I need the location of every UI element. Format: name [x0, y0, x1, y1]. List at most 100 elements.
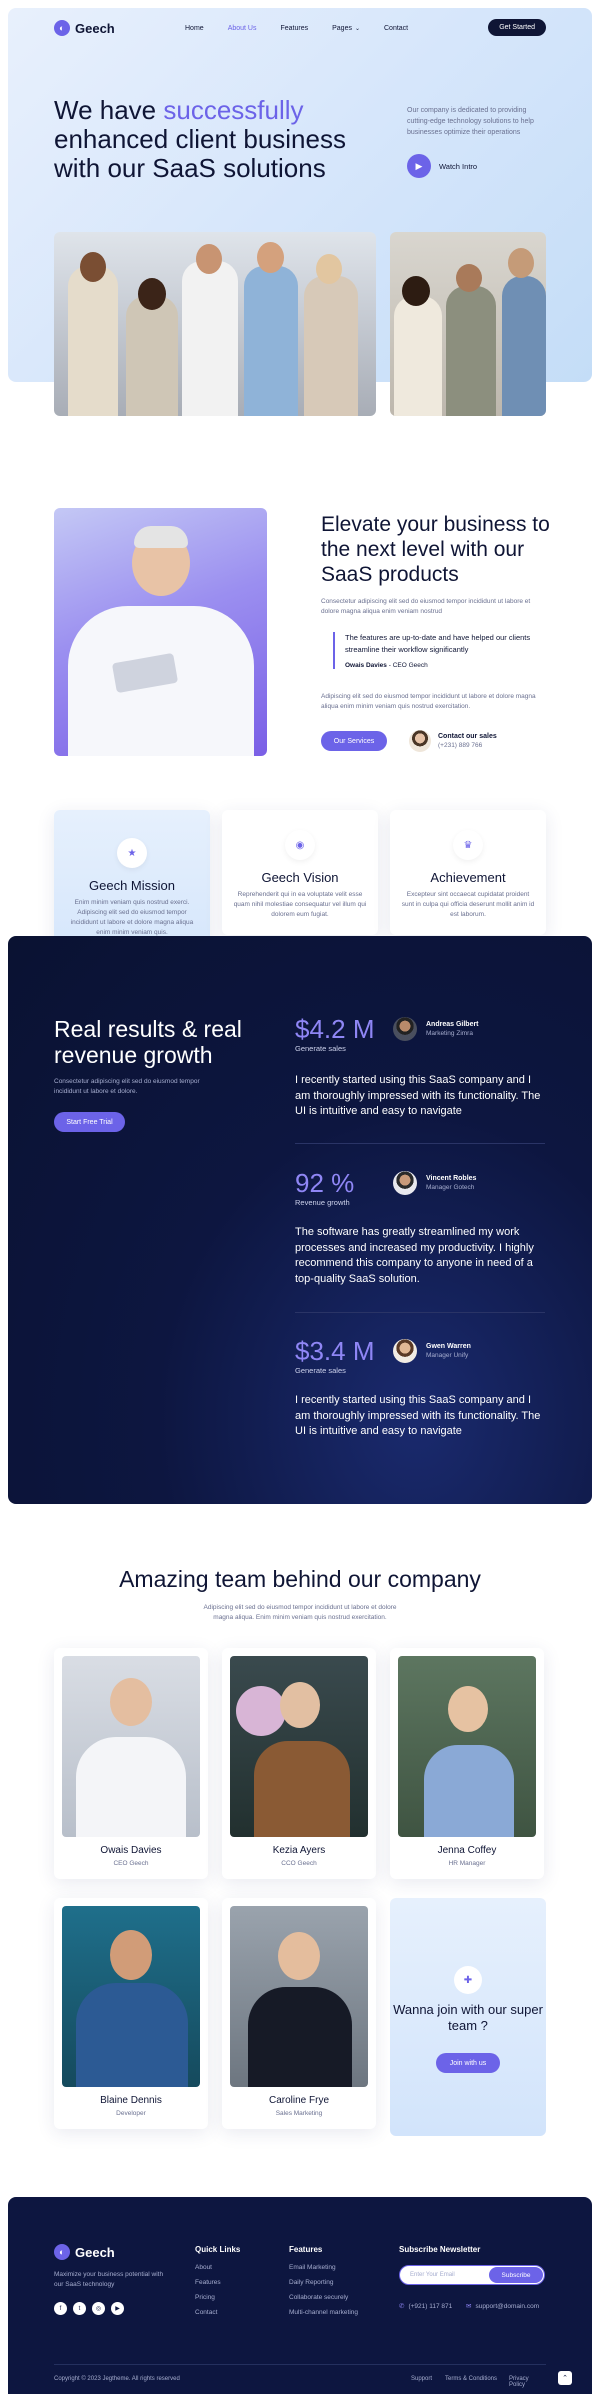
team-card[interactable]: Blaine Dennis Developer: [54, 1898, 208, 2129]
footer-logo[interactable]: ◐ Geech: [54, 2244, 115, 2260]
our-services-button[interactable]: Our Services: [321, 731, 387, 751]
features-title: Features: [289, 2245, 323, 2254]
instagram-icon[interactable]: ◎: [92, 2302, 105, 2315]
sales-contact-phone: (+231) 889 766: [438, 742, 483, 749]
testimonial: I recently started using this SaaS compa…: [295, 1074, 541, 1117]
scroll-top-icon[interactable]: ⌃: [558, 2371, 572, 2385]
watch-intro-label: Watch Intro: [439, 161, 478, 171]
terms-link[interactable]: Terms & Conditions: [445, 2376, 497, 2382]
footer-email-text: support@domain.com: [475, 2302, 540, 2310]
footer-link[interactable]: About: [195, 2264, 240, 2271]
get-started-button[interactable]: Get Started: [488, 19, 546, 36]
footer-phone[interactable]: ✆ (+921) 117 871: [399, 2302, 453, 2311]
footer-link[interactable]: Features: [195, 2279, 240, 2286]
stat-label: Revenue growth: [295, 1198, 350, 1207]
stat-author: Andreas Gilbert Marketing Zimra: [393, 1017, 479, 1041]
nav-pages-label: Pages: [332, 24, 352, 32]
nav-contact[interactable]: Contact: [384, 25, 408, 32]
team-title: Amazing team behind our company: [119, 1566, 481, 1592]
play-icon: ▶: [407, 154, 431, 178]
stat-author: Vincent Robles Manager Gotech: [393, 1171, 476, 1195]
team-card[interactable]: Owais Davies CEO Geech: [54, 1648, 208, 1879]
member-name: Blaine Dennis: [100, 2095, 162, 2106]
testimonial: I recently started using this SaaS compa…: [295, 1394, 541, 1437]
footer-link[interactable]: Collaborate securely: [289, 2294, 358, 2301]
hero-description: Our company is dedicated to providing cu…: [407, 107, 534, 136]
nav-about[interactable]: About Us: [228, 25, 257, 32]
achievement-card: ♛ Achievement Excepteur sint occaecat cu…: [390, 810, 546, 935]
nav-features[interactable]: Features: [280, 25, 308, 32]
hero-title: We have successfully enhanced client bus…: [54, 96, 374, 183]
member-photo: [230, 1906, 368, 2087]
add-user-icon: ✚: [454, 1966, 482, 1994]
divider: [295, 1143, 545, 1144]
sales-avatar: [409, 730, 431, 752]
navbar: ◐ Geech Home About Us Features Pages ⌄ Co…: [54, 18, 546, 38]
author-name: Vincent Robles: [426, 1175, 477, 1182]
support-link[interactable]: Support: [411, 2376, 432, 2382]
member-photo: [62, 1906, 200, 2087]
twitter-icon[interactable]: t: [73, 2302, 86, 2315]
author-name: Gwen Warren: [426, 1343, 471, 1350]
about-paragraph-1: Consectetur adipiscing elit sed do eiusm…: [321, 598, 531, 615]
join-button[interactable]: Join with us: [436, 2053, 500, 2073]
footer-link[interactable]: Pricing: [195, 2294, 240, 2301]
testimonial: The software has greatly streamlined my …: [295, 1226, 534, 1285]
facebook-icon[interactable]: f: [54, 2302, 67, 2315]
watch-intro-button[interactable]: ▶ Watch Intro: [407, 154, 477, 178]
results-text: Consectetur adipiscing elit sed do eiusm…: [54, 1078, 200, 1095]
card-title: Geech Mission: [89, 878, 175, 893]
member-photo: [62, 1656, 200, 1837]
footer-phone-text: (+921) 117 871: [408, 2302, 453, 2310]
author-role: Marketing Zimra: [426, 1030, 473, 1037]
member-name: Owais Davies: [100, 1845, 162, 1856]
footer-email[interactable]: ✉ support@domain.com: [466, 2302, 540, 2311]
copyright: Copyright © 2023 Jegtheme. All rights re…: [54, 2376, 180, 2382]
team-text: Adipiscing elit sed do eiusmod tempor in…: [203, 1604, 397, 1621]
member-photo: [230, 1656, 368, 1837]
member-name: Kezia Ayers: [272, 1845, 326, 1856]
subscribe-button[interactable]: Subscribe: [489, 2267, 543, 2283]
youtube-icon[interactable]: ▶: [111, 2302, 124, 2315]
main-menu: Home About Us Features Pages ⌄ Contact: [185, 25, 432, 32]
team-card[interactable]: Kezia Ayers CCO Geech: [222, 1648, 376, 1879]
brand-name: Geech: [75, 20, 115, 36]
team-card[interactable]: Caroline Frye Sales Marketing: [222, 1898, 376, 2129]
logo-icon: ◐: [54, 20, 70, 36]
card-title: Achievement: [430, 870, 506, 885]
member-role: Sales Marketing: [275, 2110, 323, 2117]
stat-author: Gwen Warren Manager Unify: [393, 1339, 471, 1363]
privacy-link[interactable]: Privacy Policy: [509, 2376, 546, 2388]
hero-title-accent: successfully: [163, 95, 304, 125]
team-card[interactable]: Jenna Coffey HR Manager: [390, 1648, 544, 1879]
footer-link[interactable]: Contact: [195, 2309, 240, 2316]
hero-title-post: enhanced client business with our SaaS s…: [54, 124, 346, 183]
join-team-card: ✚ Wanna join with our super team ? Join …: [390, 1898, 546, 2136]
card-title: Geech Vision: [261, 870, 339, 885]
nav-pages[interactable]: Pages ⌄: [332, 25, 360, 32]
member-name: Jenna Coffey: [437, 1845, 497, 1856]
trophy-icon: ♛: [453, 830, 483, 860]
author-role: Manager Unify: [426, 1352, 469, 1359]
member-role: CEO Geech: [113, 1860, 149, 1867]
footer-link[interactable]: Email Marketing: [289, 2264, 358, 2271]
quote-text: The features are up-to-date and have hel…: [345, 633, 531, 654]
card-text: Reprehenderit qui in ea voluptate velit …: [233, 891, 367, 918]
footer-link[interactable]: Daily Reporting: [289, 2279, 358, 2286]
author-avatar: [393, 1017, 417, 1041]
sales-contact[interactable]: Contact our sales (+231) 889 766: [409, 730, 497, 752]
about-quote: The features are up-to-date and have hel…: [333, 632, 538, 669]
nav-home[interactable]: Home: [185, 25, 204, 32]
stat-label: Generate sales: [295, 1366, 346, 1375]
brand-logo[interactable]: ◐ Geech: [54, 20, 115, 36]
stat-item: 92 % Revenue growth Vincent Robles Manage…: [295, 1169, 545, 1299]
hero-office-photo: [390, 232, 546, 416]
start-trial-button[interactable]: Start Free Trial: [54, 1112, 125, 1132]
member-name: Caroline Frye: [268, 2095, 330, 2106]
email-input[interactable]: Enter Your Email: [410, 2272, 455, 2278]
card-text: Excepteur sint occaecat cupidatat proide…: [401, 891, 535, 918]
footer-link[interactable]: Multi-channel marketing: [289, 2309, 358, 2316]
page: ◐ Geech Home About Us Features Pages ⌄ Co…: [0, 0, 600, 2394]
footer-divider: [54, 2364, 546, 2365]
footer-brand: Geech: [75, 2244, 115, 2260]
